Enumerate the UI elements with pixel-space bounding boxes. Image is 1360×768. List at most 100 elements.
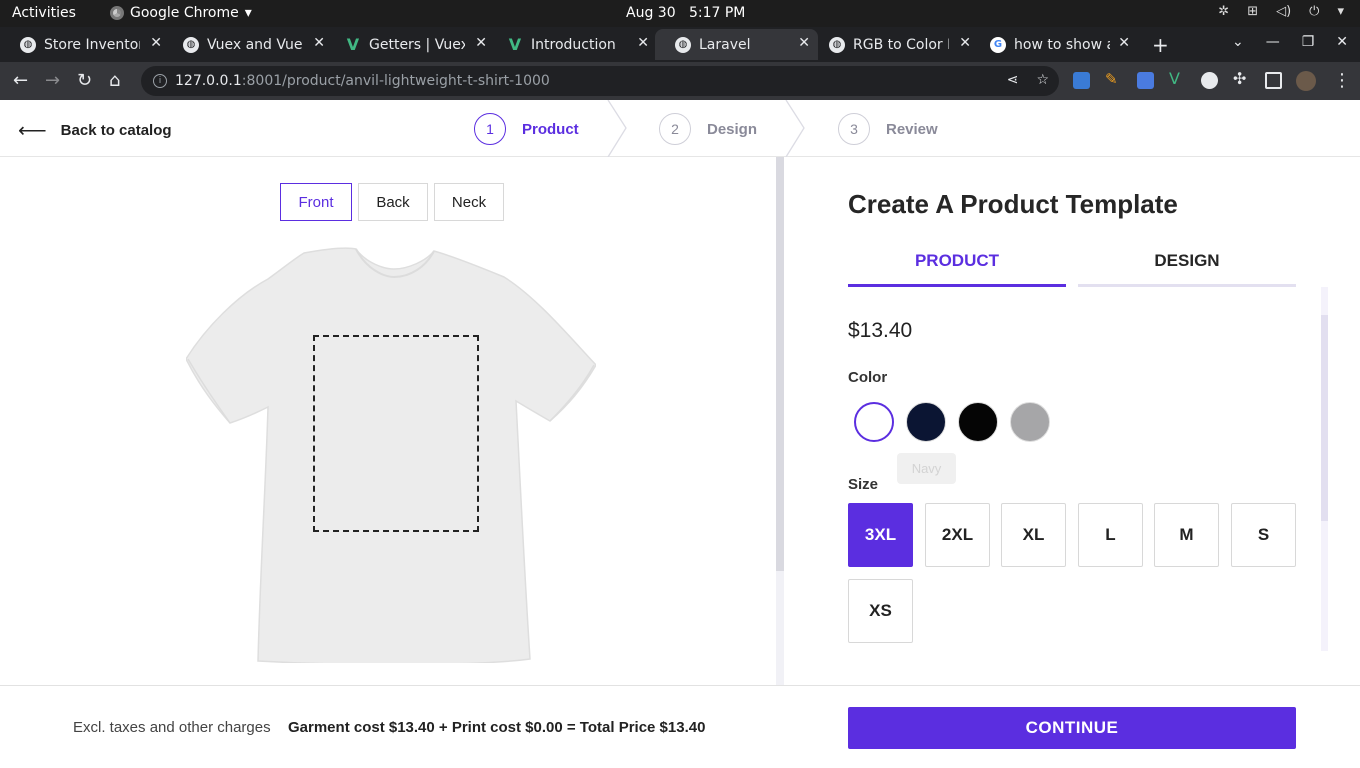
- app-header: ⟵ Back to catalog 1 Product 2 Design 3 R…: [0, 100, 1360, 157]
- bookmark-star-icon[interactable]: ☆: [1036, 72, 1049, 88]
- back-to-catalog-link[interactable]: ⟵ Back to catalog: [18, 118, 172, 143]
- tab-title: Introduction: [531, 36, 616, 53]
- time-text: 5:17 PM: [688, 5, 746, 21]
- globe-icon: ◍: [675, 36, 691, 53]
- extension-icon[interactable]: [1201, 72, 1218, 89]
- step-chevron-icon: [607, 100, 627, 157]
- step-label: Design: [707, 120, 758, 138]
- tab-strip: ◍ Store Inventor ✕ ◍ Vuex and Vue ✕ V Ge…: [0, 27, 1360, 62]
- new-tab-icon[interactable]: +: [1152, 33, 1169, 57]
- forward-icon[interactable]: →: [45, 70, 60, 91]
- price-summary: Garment cost $13.40 + Print cost $0.00 =…: [288, 719, 706, 736]
- close-window-icon[interactable]: ✕: [1336, 34, 1348, 50]
- back-icon[interactable]: ←: [13, 70, 28, 91]
- minimize-icon[interactable]: —: [1266, 34, 1280, 50]
- view-neck-button[interactable]: Neck: [434, 183, 504, 221]
- step-chevron-icon: [785, 100, 805, 157]
- tab-title: Vuex and Vue: [207, 36, 303, 53]
- panel-scrollbar[interactable]: [1321, 287, 1328, 651]
- chevron-down-icon: ▾: [244, 5, 252, 21]
- color-label: Color: [848, 369, 888, 386]
- color-swatch-black[interactable]: [958, 402, 998, 442]
- extension-icon[interactable]: [1073, 72, 1090, 89]
- browser-tab[interactable]: G how to show a ✕: [970, 29, 1138, 60]
- system-tray[interactable]: ✲ ⊞ ◁) ⏻ ▾: [1218, 4, 1344, 19]
- activities-button[interactable]: Activities: [12, 5, 76, 21]
- close-icon[interactable]: ✕: [1118, 35, 1130, 51]
- close-icon[interactable]: ✕: [150, 35, 162, 51]
- step-review[interactable]: 3 Review: [838, 113, 938, 145]
- avatar[interactable]: [1296, 71, 1316, 91]
- vue-icon: V: [346, 35, 360, 54]
- url-path: :8001/product/anvil-lightweight-t-shirt-…: [241, 73, 550, 89]
- network-icon[interactable]: ⊞: [1247, 4, 1258, 19]
- browser-tab[interactable]: ◍ Vuex and Vue ✕: [163, 29, 333, 60]
- browser-tab-active[interactable]: ◍ Laravel ✕: [655, 29, 818, 60]
- home-icon[interactable]: ⌂: [109, 70, 120, 91]
- size-option[interactable]: XS: [848, 579, 913, 643]
- size-option[interactable]: XL: [1001, 503, 1066, 567]
- vue-devtools-icon[interactable]: V: [1169, 69, 1186, 88]
- tax-note: Excl. taxes and other charges: [73, 719, 271, 736]
- size-option[interactable]: 2XL: [925, 503, 990, 567]
- reload-icon[interactable]: ↻: [77, 70, 92, 91]
- address-bar[interactable]: i 127.0.0.1:8001/product/anvil-lightweig…: [141, 66, 1059, 96]
- tab-search-icon[interactable]: ⌄: [1232, 34, 1244, 50]
- view-front-button[interactable]: Front: [280, 183, 352, 221]
- browser-tab[interactable]: V Introduction ✕: [487, 29, 657, 60]
- info-icon[interactable]: i: [153, 74, 167, 88]
- browser-toolbar: ← → ↻ ⌂ i 127.0.0.1:8001/product/anvil-l…: [0, 62, 1360, 100]
- step-number: 3: [838, 113, 870, 145]
- system-top-bar: Activities Google Chrome ▾ Aug 30 5:17 P…: [0, 0, 1360, 27]
- globe-icon: ◍: [20, 36, 36, 53]
- color-swatch-white[interactable]: [854, 402, 894, 442]
- tab-design[interactable]: DESIGN: [1078, 249, 1296, 287]
- clock[interactable]: Aug 30 5:17 PM: [626, 5, 745, 21]
- power-icon[interactable]: ⏻: [1309, 4, 1319, 19]
- step-design[interactable]: 2 Design: [659, 113, 757, 145]
- step-number: 2: [659, 113, 691, 145]
- side-panel-icon[interactable]: [1265, 72, 1282, 89]
- view-back-button[interactable]: Back: [358, 183, 428, 221]
- size-option[interactable]: 3XL: [848, 503, 913, 567]
- tab-product[interactable]: PRODUCT: [848, 249, 1066, 287]
- date-text: Aug 30: [626, 5, 676, 21]
- color-picker-icon[interactable]: ✎: [1105, 70, 1122, 88]
- panel-title: Create A Product Template: [848, 189, 1178, 219]
- chrome-icon: [110, 6, 124, 20]
- continue-button[interactable]: CONTINUE: [848, 707, 1296, 749]
- back-label: Back to catalog: [60, 122, 172, 139]
- preview-scrollbar[interactable]: [776, 157, 784, 685]
- browser-tab[interactable]: V Getters | Vuex ✕: [325, 29, 495, 60]
- size-option[interactable]: L: [1078, 503, 1143, 567]
- browser-tab[interactable]: ◍ RGB to Color N ✕: [809, 29, 979, 60]
- color-swatch-navy[interactable]: [906, 402, 946, 442]
- arrow-left-icon: ⟵: [18, 120, 47, 142]
- app-menu[interactable]: Google Chrome ▾: [110, 5, 252, 21]
- close-icon[interactable]: ✕: [313, 35, 325, 51]
- kebab-menu-icon[interactable]: ⋮: [1333, 70, 1351, 91]
- tab-title: how to show a: [1014, 36, 1110, 53]
- size-option[interactable]: M: [1154, 503, 1219, 567]
- browser-tab[interactable]: ◍ Store Inventor ✕: [0, 29, 170, 60]
- footer-bar: Excl. taxes and other charges Garment co…: [0, 685, 1360, 768]
- size-option[interactable]: S: [1231, 503, 1296, 567]
- step-number: 1: [474, 113, 506, 145]
- slack-icon[interactable]: ✲: [1218, 4, 1229, 19]
- scrollbar-thumb[interactable]: [1321, 315, 1328, 521]
- color-swatch-grey[interactable]: [1010, 402, 1050, 442]
- close-icon[interactable]: ✕: [475, 35, 487, 51]
- product-price: $13.40: [848, 319, 913, 342]
- step-product[interactable]: 1 Product: [474, 113, 579, 145]
- close-icon[interactable]: ✕: [637, 35, 649, 51]
- tab-title: Laravel: [699, 36, 751, 53]
- google-translate-icon[interactable]: [1137, 72, 1154, 89]
- print-area[interactable]: [313, 335, 479, 532]
- scrollbar-thumb[interactable]: [776, 157, 784, 571]
- tab-title: Store Inventor: [44, 36, 140, 53]
- chevron-down-icon[interactable]: ▾: [1337, 4, 1344, 19]
- volume-icon[interactable]: ◁): [1276, 4, 1291, 19]
- maximize-icon[interactable]: ❐: [1302, 34, 1315, 50]
- puzzle-icon[interactable]: ✣: [1233, 69, 1250, 88]
- share-icon[interactable]: ⋖: [1007, 72, 1019, 88]
